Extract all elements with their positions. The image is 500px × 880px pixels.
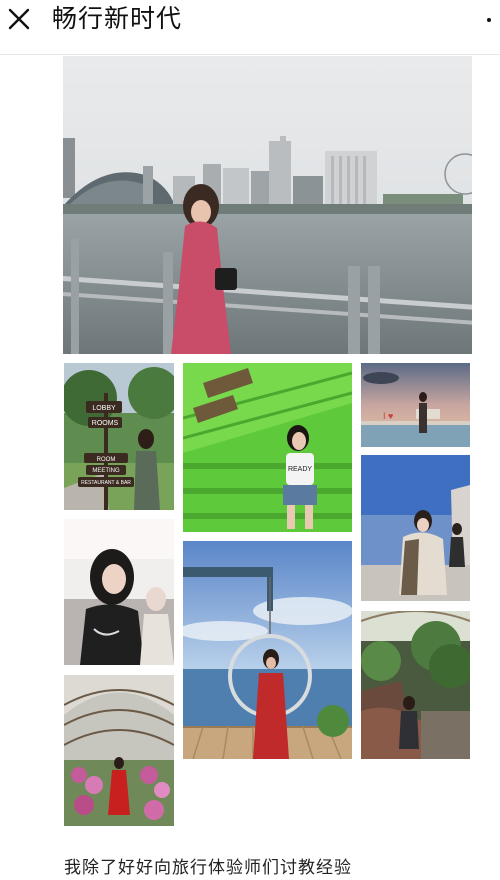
- sign-restaurant-text: RESTAURANT & BAR: [81, 480, 131, 486]
- photo-jungle-walk[interactable]: [361, 611, 470, 759]
- sign-rooms-text: ROOMS: [92, 420, 119, 427]
- top-app-bar: 畅行新时代: [0, 0, 500, 55]
- sign-lobby-text: LOBBY: [92, 405, 116, 412]
- photo-greenhouse-flowers[interactable]: [64, 675, 174, 826]
- photo-woman-winter[interactable]: [361, 455, 470, 601]
- photo-love-sign-sunset[interactable]: I ♥: [361, 363, 470, 447]
- photo-lobby-sign[interactable]: LOBBY ROOMS MEETING ROOM RESTAURANT & BA…: [64, 363, 174, 510]
- main-photo-singapore-waterfront[interactable]: [63, 56, 472, 354]
- photo-green-stairs[interactable]: READY: [183, 363, 352, 532]
- more-vertical-icon: [487, 18, 491, 22]
- sign-love-text: I ♥: [383, 411, 393, 421]
- page-title: 畅行新时代: [52, 4, 183, 33]
- photo-woman-scarf[interactable]: [64, 519, 174, 665]
- sign-meeting-text: MEETING: [92, 468, 120, 474]
- close-icon: [8, 8, 30, 30]
- shirt-ready-text: READY: [288, 466, 312, 473]
- article-text-line: 我除了好好向旅行体验师们讨教经验: [64, 858, 352, 878]
- close-button[interactable]: [4, 4, 34, 34]
- more-options-button[interactable]: [482, 10, 496, 30]
- sign-room-text: ROOM: [97, 457, 116, 463]
- photo-swing-sea[interactable]: [183, 541, 352, 759]
